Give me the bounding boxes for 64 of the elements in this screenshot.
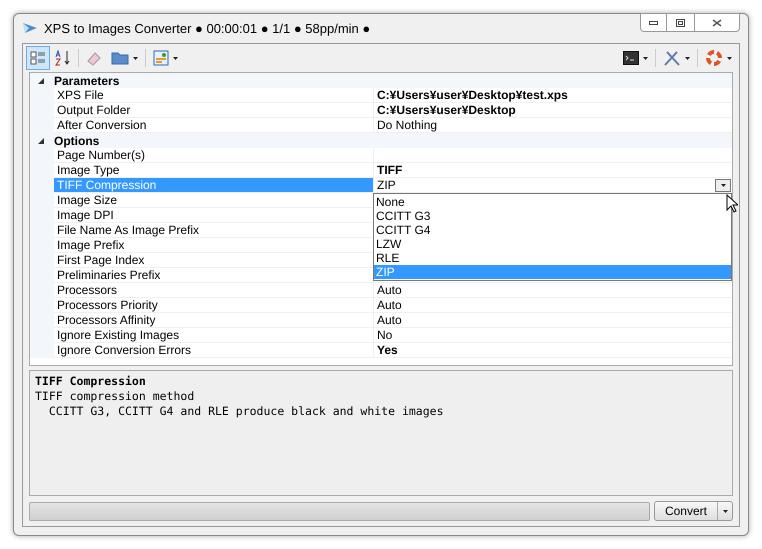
property-value[interactable]: ZIP <box>377 178 396 192</box>
collapse-icon <box>38 138 44 144</box>
description-text: CCITT G3, CCITT G4 and RLE produce black and white images <box>48 404 444 419</box>
categorized-list-icon <box>30 50 46 66</box>
property-value[interactable]: TIFF <box>377 163 402 177</box>
property-value[interactable]: Auto <box>377 283 402 297</box>
property-name[interactable]: Image Type <box>54 163 373 178</box>
caret-icon <box>173 56 178 60</box>
property-value[interactable]: C:¥Users¥user¥Desktop <box>377 103 516 117</box>
toolbar-button[interactable] <box>26 46 50 70</box>
sort-az-icon <box>55 50 71 66</box>
property-name[interactable]: Image Size <box>54 193 373 208</box>
collapse-icon <box>38 78 44 84</box>
caret-icon <box>722 510 728 512</box>
property-name[interactable]: After Conversion <box>54 118 373 133</box>
maximize-button[interactable] <box>667 13 694 32</box>
property-name[interactable]: XPS File <box>54 88 373 103</box>
property-name[interactable]: Image DPI <box>54 208 373 223</box>
property-value[interactable]: No <box>377 328 392 342</box>
dropdown-option[interactable]: LZW <box>374 237 731 251</box>
dropdown-button[interactable] <box>715 179 731 192</box>
dropdown-option[interactable]: RLE <box>374 251 731 265</box>
property-value[interactable]: Yes <box>377 343 398 357</box>
property-name[interactable]: File Name As Image Prefix <box>54 223 373 238</box>
convert-split-button[interactable]: Convert <box>654 501 733 521</box>
app-icon <box>22 22 38 34</box>
category-header[interactable]: Options <box>54 132 100 150</box>
description-title: TIFF Compression <box>35 374 147 389</box>
property-value[interactable]: C:¥Users¥user¥Desktop¥test.xps <box>377 88 568 102</box>
maximize-icon <box>676 18 685 26</box>
property-name[interactable]: Processors Priority <box>54 298 373 313</box>
property-name[interactable]: Preliminaries Prefix <box>54 268 373 283</box>
property-value[interactable]: Auto <box>377 298 402 312</box>
close-icon <box>712 18 722 26</box>
caret-icon <box>133 56 138 60</box>
window-title: XPS to Images Converter ● 00:00:01 ● 1/1 ● 58pp/min ● <box>44 20 370 38</box>
property-name[interactable]: Processors Affinity <box>54 313 373 328</box>
convert-button[interactable]: Convert <box>654 502 718 520</box>
property-name[interactable]: First Page Index <box>54 253 373 268</box>
dropdown-option[interactable]: CCITT G4 <box>374 223 731 237</box>
folder-icon <box>111 50 129 66</box>
eraser-icon <box>86 50 102 66</box>
property-name[interactable]: Image Prefix <box>54 238 373 253</box>
terminal-icon <box>623 51 639 65</box>
property-value[interactable]: Do Nothing <box>377 118 438 132</box>
tools-icon <box>663 49 681 67</box>
category-header[interactable]: Parameters <box>54 72 120 90</box>
property-name[interactable]: Page Number(s) <box>54 148 373 163</box>
property-name[interactable]: Ignore Existing Images <box>54 328 373 343</box>
lifebuoy-icon <box>705 49 723 67</box>
dropdown-option[interactable]: CCITT G3 <box>374 209 731 223</box>
close-button[interactable] <box>694 13 740 32</box>
description-text: TIFF compression method <box>35 389 196 404</box>
minimize-button[interactable] <box>640 13 667 32</box>
caret-icon <box>685 56 690 60</box>
caret-icon <box>643 56 648 60</box>
property-name[interactable]: Processors <box>54 283 373 298</box>
property-name[interactable]: Ignore Conversion Errors <box>54 343 373 358</box>
picture-icon <box>153 50 169 66</box>
minimize-icon <box>649 20 658 24</box>
property-value[interactable]: Auto <box>377 313 402 327</box>
caret-icon <box>727 56 732 60</box>
caret-icon <box>720 184 726 187</box>
property-name[interactable]: Output Folder <box>54 103 373 118</box>
